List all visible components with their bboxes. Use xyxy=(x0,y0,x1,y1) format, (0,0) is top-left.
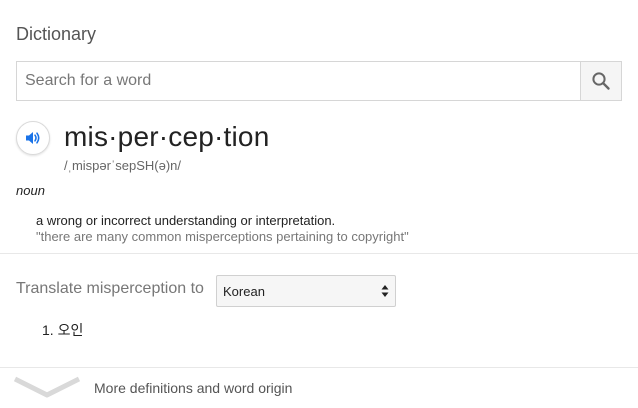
more-definitions-button[interactable]: More definitions and word origin xyxy=(0,368,638,408)
translation-item: 1. 오인 xyxy=(42,320,83,340)
card-title: Dictionary xyxy=(16,24,97,44)
definition-example: "there are many common misperceptions pe… xyxy=(36,229,409,244)
dictionary-card: Dictionary mis·per·cep·tion /ˌmispərˈsep… xyxy=(0,0,638,408)
part-of-speech: noun xyxy=(16,183,45,198)
speaker-icon xyxy=(26,132,40,144)
search-box xyxy=(16,61,622,101)
more-definitions-label: More definitions and word origin xyxy=(94,380,293,396)
pronunciation-button[interactable] xyxy=(16,121,50,155)
search-button[interactable] xyxy=(580,62,621,100)
phonetic-spelling: /ˌmispərˈsepSH(ə)n/ xyxy=(64,158,182,173)
translation-number: 1. xyxy=(42,322,54,338)
chevron-down-icon xyxy=(14,376,80,398)
search-icon xyxy=(592,72,610,90)
language-select-value: Korean xyxy=(223,284,265,299)
definition-text: a wrong or incorrect understanding or in… xyxy=(36,213,336,228)
translate-label: Translate misperception to xyxy=(16,280,204,297)
headword: mis·per·cep·tion xyxy=(64,121,270,152)
section-divider xyxy=(0,253,638,254)
language-select[interactable]: Korean xyxy=(216,275,396,307)
translation-text: 오인 xyxy=(57,322,84,338)
select-arrows-icon xyxy=(381,285,389,297)
search-input[interactable] xyxy=(17,62,582,100)
